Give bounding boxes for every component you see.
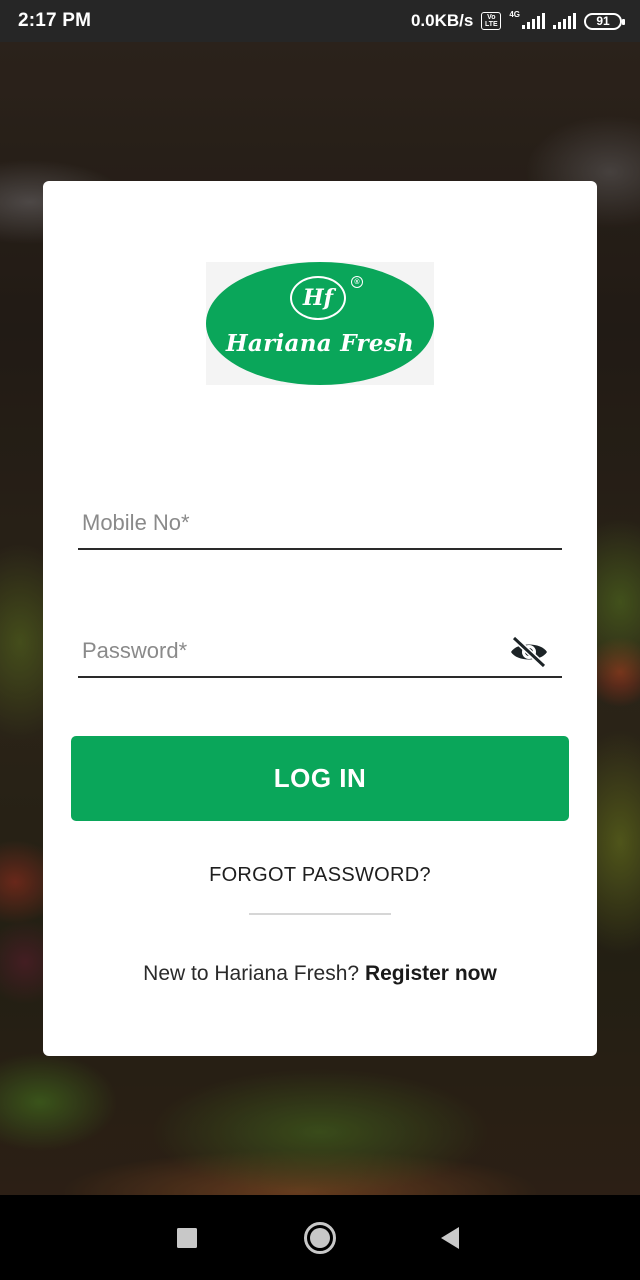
net-speed: 0.0KB/s: [410, 11, 474, 30]
signal-icon: [522, 13, 545, 29]
status-time: 2:17 PM: [18, 10, 92, 31]
eye-off-icon[interactable]: [508, 634, 550, 670]
mobile-field: [78, 492, 562, 550]
logo-monogram: Hf: [290, 276, 346, 320]
network-type: 4G: [509, 9, 520, 19]
battery-level: 91: [596, 14, 610, 28]
status-bar: 2:17 PM 0.0KB/s Vo LTE 4G 91: [0, 0, 640, 42]
forgot-password-link[interactable]: FORGOT PASSWORD?: [43, 864, 597, 887]
battery-icon: 91: [584, 12, 625, 30]
registered-mark: ®: [351, 276, 363, 288]
brand-logo: Hf ® Hariana Fresh: [206, 262, 434, 385]
logo-brand-name: Hariana Fresh: [225, 330, 415, 357]
password-input[interactable]: [82, 634, 502, 668]
mobile-input[interactable]: [82, 506, 502, 540]
circle-home-icon[interactable]: [280, 1195, 360, 1280]
navigation-bar: [0, 1195, 640, 1280]
signal-icon-sim2: [553, 13, 576, 29]
login-button[interactable]: LOG IN: [71, 736, 569, 821]
register-now-link[interactable]: Register now: [365, 962, 497, 985]
volte-icon: Vo LTE: [481, 12, 502, 30]
divider: [249, 913, 391, 915]
register-prompt-text: New to Hariana Fresh?: [143, 962, 360, 985]
login-card: Hf ® Hariana Fresh LOG IN FORGOT PASSWOR…: [43, 181, 597, 1056]
status-indicators: 0.0KB/s Vo LTE 4G 91: [410, 9, 625, 31]
volte-bottom-text: LTE: [484, 21, 498, 28]
triangle-back-icon[interactable]: [410, 1195, 490, 1280]
volte-top-text: Vo: [487, 14, 496, 21]
password-field: [78, 620, 562, 678]
square-recents-icon[interactable]: [147, 1195, 227, 1280]
register-prompt: New to Hariana Fresh? Register now: [43, 962, 597, 986]
